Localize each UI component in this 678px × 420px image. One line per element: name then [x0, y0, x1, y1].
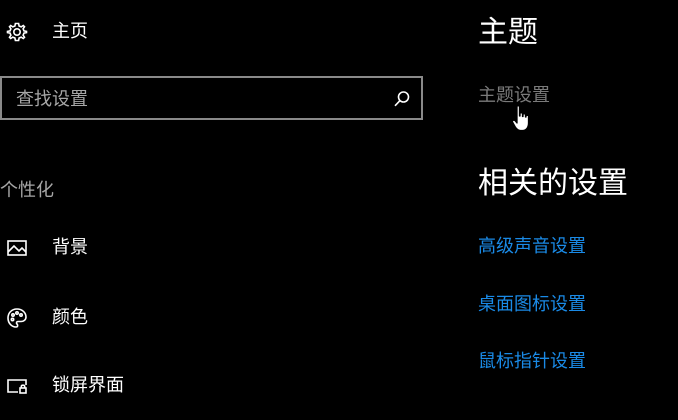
page-title: 主题	[478, 15, 538, 50]
lock-screen-icon	[6, 375, 28, 397]
nav-item-color[interactable]: 颜色	[0, 296, 300, 340]
search-input[interactable]	[16, 86, 376, 112]
palette-icon	[6, 307, 28, 329]
nav-item-label: 锁屏界面	[52, 375, 124, 396]
related-settings-title: 相关的设置	[478, 166, 628, 201]
advanced-sound-settings-link[interactable]: 高级声音设置	[478, 235, 586, 259]
hand-cursor-icon	[510, 104, 534, 134]
nav-item-lock-screen[interactable]: 锁屏界面	[0, 364, 300, 408]
search-icon[interactable]	[393, 90, 411, 108]
mouse-pointer-settings-link[interactable]: 鼠标指针设置	[478, 350, 586, 374]
gear-icon	[6, 21, 28, 43]
nav-item-label: 背景	[52, 237, 88, 258]
section-label-personalization: 个性化	[0, 180, 54, 201]
nav-item-background[interactable]: 背景	[0, 226, 300, 270]
nav-home-label: 主页	[52, 21, 88, 42]
image-icon	[6, 237, 28, 259]
nav-item-home[interactable]: 主页	[0, 10, 300, 54]
nav-item-label: 颜色	[52, 307, 88, 328]
search-box[interactable]	[0, 76, 423, 120]
desktop-icon-settings-link[interactable]: 桌面图标设置	[478, 293, 586, 317]
